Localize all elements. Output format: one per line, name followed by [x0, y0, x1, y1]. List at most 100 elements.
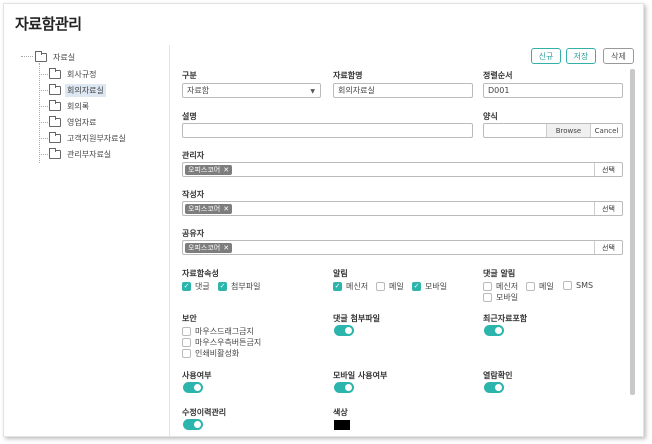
new-button[interactable]: 신규 [531, 48, 561, 64]
notify-mobile-checkbox[interactable]: ✓ 모바일 [412, 281, 447, 292]
user-tag: 오피스코어 ✕ [185, 243, 233, 253]
manager-select-button[interactable]: 선택 [594, 163, 622, 176]
tree-item-label: 회의록 [67, 101, 90, 111]
comment-notify-messenger-checkbox[interactable]: 메신저 [483, 281, 518, 292]
name-input[interactable]: 회의자료실 [333, 83, 473, 98]
category-label: 구분 [182, 71, 197, 80]
tree-item-label: 회사규정 [67, 69, 97, 79]
folder-icon [49, 99, 61, 111]
attachment-checkbox[interactable]: ✓ 첨부파일 [218, 281, 260, 292]
tree-root[interactable]: 자료실 [35, 49, 77, 65]
checkbox-label: 인쇄비활성화 [195, 349, 240, 358]
comment-notify-mobile-checkbox[interactable]: 모바일 [483, 292, 518, 303]
user-tag-label: 오피스코어 [188, 166, 221, 174]
folder-icon [49, 67, 61, 79]
no-right-click-checkbox[interactable]: 마우스우측버튼금지 [182, 337, 261, 348]
mobile-use-label: 모바일 사용여부 [333, 371, 388, 380]
tree-item[interactable]: 관리부자료실 [39, 146, 113, 162]
user-tag: 오피스코어 ✕ [185, 204, 233, 214]
notify-mail-checkbox[interactable]: 메일 [376, 281, 404, 292]
description-label: 설명 [182, 112, 197, 121]
save-button[interactable]: 저장 [566, 48, 596, 64]
comment-notify-mail-checkbox[interactable]: 메일 [526, 281, 554, 292]
description-input[interactable] [182, 123, 473, 138]
category-select[interactable]: 자료함 ▼ [182, 83, 321, 98]
tree-item[interactable]: 회의록 [39, 98, 91, 114]
chevron-down-icon: ▼ [310, 88, 315, 95]
author-field: 오피스코어 ✕ 선택 [182, 201, 623, 216]
checkbox-label: 메신저 [346, 282, 369, 291]
close-icon[interactable]: ✕ [223, 166, 229, 174]
recent-include-label: 최근자료포함 [483, 314, 528, 323]
comment-notify-sms-checkbox[interactable]: SMS [563, 281, 593, 290]
sharer-label: 공유자 [182, 229, 205, 238]
browse-button[interactable]: Browse [546, 124, 590, 137]
comment-checkbox[interactable]: ✓ 댓글 [182, 281, 210, 292]
check-icon: ✓ [182, 282, 191, 291]
comment-attachment-toggle[interactable] [334, 325, 354, 336]
checkbox-label: 메일 [389, 282, 404, 291]
scrollbar[interactable] [630, 69, 635, 395]
user-tag: 오피스코어 ✕ [185, 165, 233, 175]
author-label: 작성자 [182, 190, 205, 199]
check-icon: ✓ [218, 282, 227, 291]
checkbox-label: 댓글 [195, 282, 210, 291]
tree-item-label: 관리부자료실 [67, 149, 112, 159]
template-file-input: Browse Cancel [483, 123, 623, 138]
notify-messenger-checkbox[interactable]: ✓ 메신저 [333, 281, 368, 292]
order-label: 정렬순서 [483, 71, 513, 80]
tree-connector [21, 56, 33, 57]
edit-history-toggle[interactable] [183, 419, 203, 430]
read-check-label: 열람확인 [483, 371, 513, 380]
mobile-use-toggle[interactable] [334, 382, 354, 393]
color-label: 색상 [333, 408, 348, 417]
user-tag-label: 오피스코어 [188, 205, 221, 213]
check-icon: ✓ [412, 282, 421, 291]
attributes-label: 자료함속성 [182, 269, 219, 278]
checkbox-label: 메일 [539, 282, 554, 291]
notification-label: 알림 [333, 269, 348, 278]
close-icon[interactable]: ✕ [223, 205, 229, 213]
checkbox-label: 마우스우측버튼금지 [195, 338, 262, 347]
tree-item[interactable]: 회사규정 [39, 66, 98, 82]
use-toggle[interactable] [183, 382, 203, 393]
order-input[interactable]: D001 [483, 83, 623, 98]
template-label: 양식 [483, 112, 498, 121]
recent-include-toggle[interactable] [484, 325, 504, 336]
tree-item[interactable]: 고객지원부자료실 [39, 130, 128, 146]
tree-item-selected[interactable]: 회의자료실 [39, 82, 106, 98]
folder-icon [49, 131, 61, 143]
tree-item-label: 회의자료실 [65, 83, 106, 97]
comment-attachment-label: 댓글 첨부파일 [333, 314, 380, 323]
no-drag-checkbox[interactable]: 마우스드래그금지 [182, 326, 254, 337]
delete-button[interactable]: 삭제 [603, 48, 634, 64]
tree-item[interactable]: 영업자료 [39, 114, 98, 130]
tree-root-label: 자료실 [53, 52, 76, 62]
author-select-button[interactable]: 선택 [594, 202, 622, 215]
tree-item-label: 영업자료 [67, 117, 97, 127]
page-title: 자료함관리 [15, 15, 82, 33]
check-icon: ✓ [333, 282, 342, 291]
checkbox-label: 마우스드래그금지 [195, 327, 254, 336]
security-label: 보안 [182, 314, 197, 323]
sharer-field: 오피스코어 ✕ 선택 [182, 240, 623, 255]
checkbox-label: 메신저 [496, 282, 519, 291]
manager-label: 관리자 [182, 151, 205, 160]
name-label: 자료함명 [333, 71, 363, 80]
folder-icon [49, 83, 61, 95]
color-swatch[interactable] [334, 420, 350, 430]
cancel-button[interactable]: Cancel [590, 124, 622, 137]
disable-print-checkbox[interactable]: 인쇄비활성화 [182, 348, 239, 359]
checkbox-label: 첨부파일 [231, 282, 261, 291]
tree-item-label: 고객지원부자료실 [67, 133, 126, 143]
folder-icon [35, 50, 47, 62]
read-check-toggle[interactable] [484, 382, 504, 393]
edit-history-label: 수정이력관리 [182, 408, 227, 417]
comment-notification-label: 댓글 알림 [483, 269, 516, 278]
checkbox-label: 모바일 [496, 293, 519, 302]
use-label: 사용여부 [182, 371, 212, 380]
close-icon[interactable]: ✕ [223, 244, 229, 252]
folder-icon [49, 115, 61, 127]
checkbox-label: SMS [576, 281, 594, 290]
sharer-select-button[interactable]: 선택 [594, 241, 622, 254]
